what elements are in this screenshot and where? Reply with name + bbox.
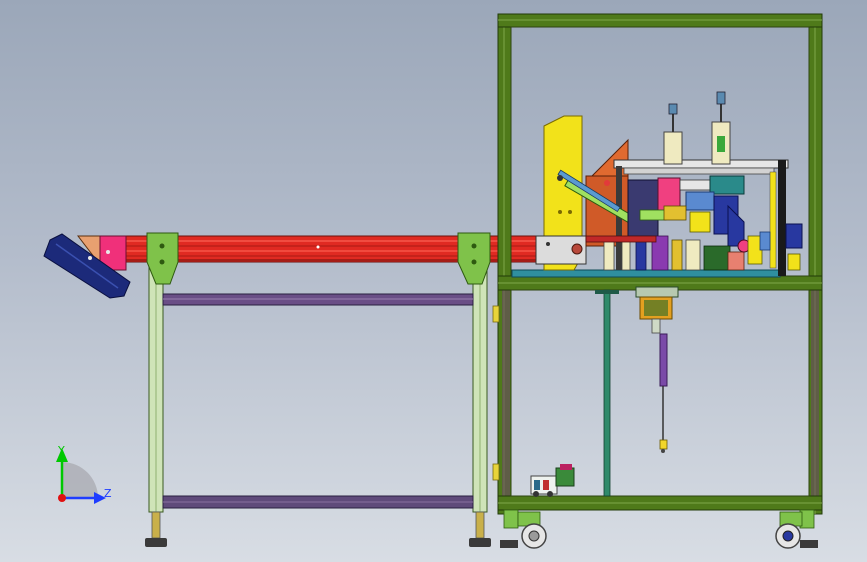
- mounting-plate: [511, 269, 781, 278]
- pink-block: [727, 251, 745, 271]
- axis-triad[interactable]: Y Z: [56, 444, 112, 504]
- conveyor-belt: [43, 232, 541, 299]
- machine-drawing: Y Z: [43, 13, 823, 549]
- lift-rod: [659, 333, 668, 387]
- conveyor-stand: [145, 261, 491, 547]
- triad-quadrant: [62, 462, 98, 498]
- triad-origin: [58, 494, 66, 502]
- leveling-foot-2: [469, 538, 491, 547]
- casters: [500, 509, 818, 549]
- central-mechanism: [627, 179, 659, 237]
- cad-viewport[interactable]: Y Z: [0, 0, 867, 562]
- belt-bracket-right: [457, 232, 491, 285]
- door-hinge-2: [492, 463, 500, 481]
- motor-blue: [785, 223, 803, 249]
- gantry-top-beam: [613, 159, 789, 169]
- top-cylinder-left: [663, 131, 683, 165]
- leveling-foot-1: [145, 538, 167, 547]
- lower-internals: [530, 286, 679, 497]
- gantry-post-right: [778, 160, 786, 276]
- z-axis-label: Z: [104, 487, 112, 500]
- support-column: [603, 289, 611, 497]
- door-hinge-1: [492, 305, 500, 323]
- y-axis-label: Y: [57, 444, 65, 457]
- upper-assembly: [535, 91, 803, 276]
